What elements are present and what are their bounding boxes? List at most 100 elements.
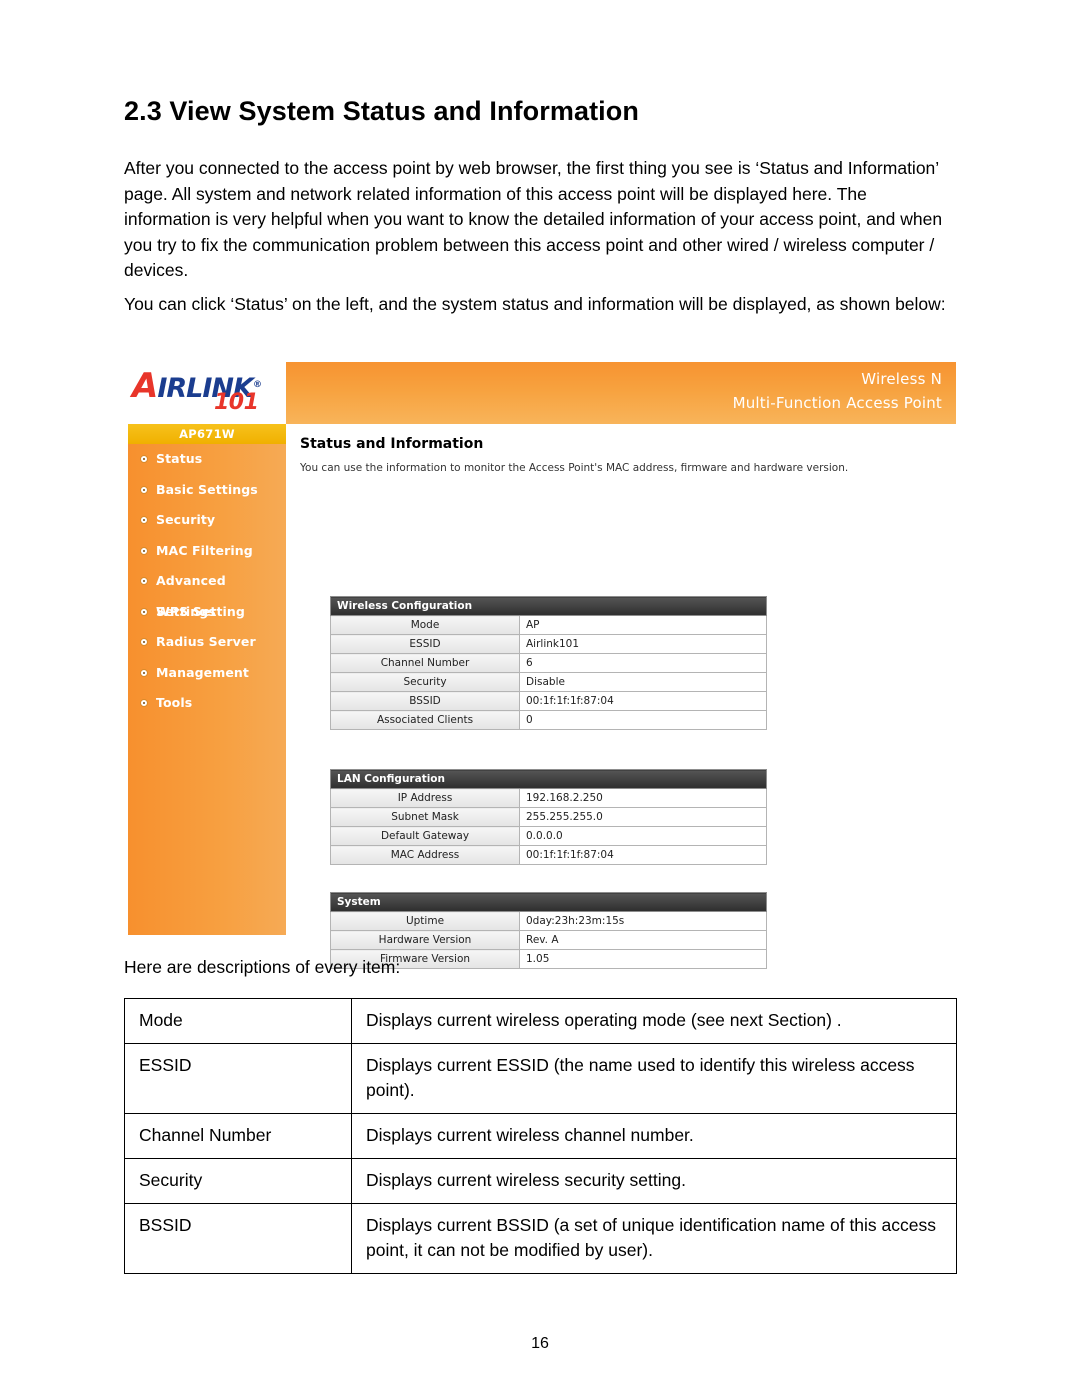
page-title: 2.3 View System Status and Information: [124, 96, 639, 126]
row-key: Channel Number: [330, 653, 520, 673]
sidebar-item-basic-settings[interactable]: Basic Settings: [128, 475, 286, 506]
sidebar-item-tools[interactable]: Tools: [128, 688, 286, 719]
row-key: Associated Clients: [330, 710, 520, 730]
table-row: Default Gateway 0.0.0.0: [330, 826, 767, 846]
header-line-2: Multi-Function Access Point: [732, 394, 942, 412]
logo-air: IR: [157, 373, 187, 404]
item-descriptions-table: Mode Displays current wireless operating…: [124, 998, 957, 1274]
term-cell: ESSID: [124, 1043, 352, 1114]
ui-header-banner: Wireless N Multi-Function Access Point: [286, 362, 956, 424]
table-row: ESSID Airlink101: [330, 634, 767, 654]
sidebar-item-label: Security: [156, 512, 216, 527]
row-key: Default Gateway: [330, 826, 520, 846]
term-cell: Mode: [124, 998, 352, 1044]
row-value: 0.0.0.0: [519, 826, 767, 846]
table-row: Uptime 0day:23h:23m:15s: [330, 911, 767, 931]
sidebar-item-mac-filtering[interactable]: MAC Filtering: [128, 536, 286, 567]
table-row: Hardware Version Rev. A: [330, 930, 767, 950]
document-page: 2.3 View System Status and Information A…: [0, 0, 1080, 1397]
system-section-label: System: [330, 892, 767, 912]
term-cell: Channel Number: [124, 1113, 352, 1159]
sidebar-item-label: MAC Filtering: [156, 542, 253, 558]
row-value: 00:1f:1f:1f:87:04: [519, 691, 767, 711]
table-row: Associated Clients 0: [330, 710, 767, 730]
row-key: Mode: [330, 615, 520, 635]
term-cell: BSSID: [124, 1203, 352, 1274]
bullet-icon: [140, 485, 148, 494]
content-title: Status and Information: [300, 436, 484, 452]
sidebar-item-management[interactable]: Management: [128, 658, 286, 689]
row-value: AP: [519, 615, 767, 635]
lan-section-label: LAN Configuration: [330, 769, 767, 789]
table-section-header: Wireless Configuration: [330, 596, 767, 616]
row-value: 0: [519, 710, 767, 730]
row-key: MAC Address: [330, 845, 520, 865]
row-value: Rev. A: [519, 930, 767, 950]
wireless-section-label: Wireless Configuration: [330, 596, 767, 616]
sidebar-item-label: WPS Setting: [156, 603, 245, 619]
sidebar-item-wps-setting[interactable]: WPS Setting: [128, 597, 286, 628]
page-number: 16: [531, 1335, 549, 1352]
bullet-icon: [140, 577, 148, 585]
table-row: ESSID Displays current ESSID (the name u…: [124, 1043, 957, 1114]
row-key: IP Address: [330, 788, 520, 808]
table-section-header: System: [330, 892, 767, 912]
bullet-icon: [140, 668, 148, 677]
row-value: 00:1f:1f:1f:87:04: [519, 845, 767, 865]
table-row: IP Address 192.168.2.250: [330, 788, 767, 808]
row-key: ESSID: [330, 634, 520, 654]
logo-101: 101: [214, 390, 259, 415]
row-value: 192.168.2.250: [519, 788, 767, 808]
sidebar-item-label: Basic Settings: [156, 481, 258, 497]
wireless-configuration-table: Wireless Configuration Mode AP ESSID Airli…: [330, 596, 767, 730]
term-cell: Security: [124, 1158, 352, 1204]
sidebar-item-status[interactable]: Status: [128, 444, 286, 475]
row-value: 255.255.255.0: [519, 807, 767, 827]
table-row: Channel Number 6: [330, 653, 767, 673]
content-description: You can use the information to monitor t…: [300, 462, 849, 474]
table-row: Mode Displays current wireless operating…: [124, 998, 957, 1044]
table-row: Channel Number Displays current wireless…: [124, 1113, 957, 1159]
table-row: Mode AP: [330, 615, 767, 635]
intro-paragraph-1: After you connected to the access point …: [124, 158, 943, 280]
router-ui-screenshot: AIRLINK® 101 Wireless N Multi-Function A…: [128, 362, 956, 969]
bullet-icon: [140, 546, 148, 555]
description-cell: Displays current wireless operating mode…: [351, 998, 957, 1044]
description-cell: Displays current BSSID (a set of unique …: [351, 1203, 957, 1274]
bullet-icon: [140, 638, 148, 646]
sidebar-item-radius-server[interactable]: Radius Server: [128, 627, 286, 658]
row-key: BSSID: [330, 691, 520, 711]
row-value: Airlink101: [519, 634, 767, 654]
row-key: Subnet Mask: [330, 807, 520, 827]
sidebar-item-advanced-settings[interactable]: Advanced Settings: [128, 566, 286, 619]
bullet-icon: [140, 455, 148, 463]
row-value: Disable: [519, 672, 767, 692]
row-value: 6: [519, 653, 767, 673]
sidebar-item-label: Tools: [156, 695, 193, 710]
sidebar-item-label: Radius Server: [156, 634, 256, 649]
row-value: 0day:23h:23m:15s: [519, 911, 767, 931]
lan-configuration-table: LAN Configuration IP Address 192.168.2.25…: [330, 769, 767, 865]
table-row: MAC Address 00:1f:1f:1f:87:04: [330, 845, 767, 865]
sidebar-item-label: Status: [156, 451, 203, 466]
sidebar-item-security[interactable]: Security: [128, 505, 286, 536]
description-cell: Displays current ESSID (the name used to…: [351, 1043, 957, 1114]
table-row: Subnet Mask 255.255.255.0: [330, 807, 767, 827]
bullet-icon: [140, 607, 148, 616]
row-key: Uptime: [330, 911, 520, 931]
header-line-1: Wireless N: [861, 370, 942, 388]
table-row: Security Displays current wireless secur…: [124, 1158, 957, 1204]
sidebar-item-label: Management: [156, 664, 250, 680]
row-key: Security: [330, 672, 520, 692]
table-section-header: LAN Configuration: [330, 769, 767, 789]
row-key: Hardware Version: [330, 930, 520, 950]
ui-content-panel: Status and Information You can use the i…: [286, 424, 956, 969]
description-cell: Displays current wireless security setti…: [351, 1158, 957, 1204]
model-badge: AP671W: [128, 424, 286, 444]
intro-paragraph-2: You can click ‘Status’ on the left, and …: [124, 294, 946, 314]
airlink-logo: AIRLINK® 101: [128, 362, 286, 424]
table-row: BSSID 00:1f:1f:1f:87:04: [330, 691, 767, 711]
registered-mark-icon: ®: [252, 380, 262, 390]
description-cell: Displays current wireless channel number…: [351, 1113, 957, 1159]
logo-letter-a: A: [132, 366, 158, 406]
